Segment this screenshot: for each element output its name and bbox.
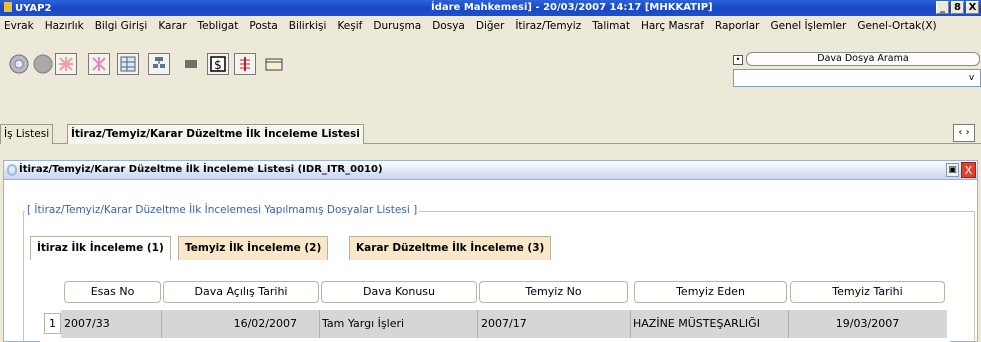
menu-hazirlik[interactable]: Hazırlık: [45, 20, 84, 32]
tab-temyiz-ilk-inceleme[interactable]: Temyiz İlk İnceleme (2): [178, 236, 329, 260]
col-header-temyiz-tarihi[interactable]: Temyiz Tarihi: [790, 281, 945, 303]
menu-harc-masraf[interactable]: Harç Masraf: [641, 20, 704, 32]
menu-dosya[interactable]: Dosya: [432, 20, 465, 32]
col-header-temyiz-no[interactable]: Temyiz No: [479, 281, 628, 303]
menu-karar[interactable]: Karar: [158, 20, 186, 32]
menu-genel-islemler[interactable]: Genel İşlemler: [770, 20, 846, 32]
col-header-esas-no[interactable]: Esas No: [64, 281, 161, 303]
cell-temyiz-eden[interactable]: HAZİNE MÜSTEŞARLIĞI: [633, 315, 785, 333]
cell-dava-acilis-tarihi[interactable]: 16/02/2007: [163, 315, 319, 333]
col-header-temyiz-eden[interactable]: Temyiz Eden: [634, 281, 787, 303]
menu-itiraz-temyiz[interactable]: İtiraz/Temyiz: [515, 20, 581, 32]
menu-diger[interactable]: Diğer: [476, 20, 504, 32]
tab-nav-arrows[interactable]: ‹ ›: [953, 124, 975, 142]
pattern-icon[interactable]: [55, 53, 77, 75]
cell-temyiz-tarihi[interactable]: 19/03/2007: [790, 315, 945, 333]
minimize-button[interactable]: _: [936, 1, 949, 14]
ledger-icon[interactable]: [234, 53, 256, 75]
col-header-dava-acilis-tarihi[interactable]: Dava Açılış Tarihi: [163, 281, 319, 303]
col-header-dava-konusu[interactable]: Dava Konusu: [321, 281, 477, 303]
folder-icon[interactable]: [263, 53, 285, 75]
flag-icon[interactable]: [180, 53, 202, 75]
circle-icon[interactable]: [32, 53, 54, 75]
cell-temyiz-no[interactable]: 2007/17: [481, 315, 626, 333]
menu-kesif[interactable]: Keşif: [337, 20, 362, 32]
grid-icon[interactable]: [117, 53, 139, 75]
menu-bilgi-girisi[interactable]: Bilgi Girişi: [95, 20, 148, 32]
menu-bilirkisi[interactable]: Bilirkişi: [289, 20, 327, 32]
dollar-icon[interactable]: $: [207, 53, 229, 75]
menu-bar: Evrak Hazırlık Bilgi Girişi Karar Teblig…: [0, 17, 981, 35]
close-button[interactable]: X: [966, 1, 979, 14]
menu-talimat[interactable]: Talimat: [592, 20, 630, 32]
tree-icon[interactable]: [148, 53, 170, 75]
inner-close-button[interactable]: X: [961, 162, 976, 178]
inner-window-title: İtiraz/Temyiz/Karar Düzeltme İlk İncelem…: [19, 164, 383, 175]
group-label: [ İtiraz/Temyiz/Karar Düzeltme İlk İncel…: [25, 204, 420, 216]
maximize-button[interactable]: 8: [951, 1, 964, 14]
app-icon: [4, 2, 12, 12]
search-combo[interactable]: v: [733, 69, 981, 87]
title-bar: UYAP2 İdare Mahkemesi] - 20/03/2007 14:1…: [0, 0, 981, 16]
search-toggle[interactable]: •: [733, 55, 743, 65]
menu-evrak[interactable]: Evrak: [4, 20, 34, 32]
window-caption: İdare Mahkemesi] - 20/03/2007 14:17 [MHK…: [431, 2, 713, 13]
pattern-pink-icon[interactable]: [88, 53, 110, 75]
chevron-down-icon[interactable]: v: [965, 71, 978, 85]
svg-text:$: $: [214, 58, 222, 72]
menu-posta[interactable]: Posta: [249, 20, 277, 32]
tab-itiraz-temyiz-listesi[interactable]: İtiraz/Temyiz/Karar Düzeltme İlk İncelem…: [67, 124, 364, 144]
app-title: UYAP2: [4, 2, 51, 14]
case-search-button[interactable]: Dava Dosya Arama: [746, 52, 980, 66]
row-number[interactable]: 1: [44, 313, 61, 334]
menu-tebligat[interactable]: Tebligat: [198, 20, 239, 32]
restore-button[interactable]: ▣: [946, 163, 959, 177]
tab-itiraz-ilk-inceleme[interactable]: İtiraz İlk İnceleme (1): [30, 236, 171, 260]
cell-esas-no[interactable]: 2007/33: [64, 315, 159, 333]
inner-window-title-bar: İtiraz/Temyiz/Karar Düzeltme İlk İncelem…: [4, 161, 977, 180]
window-icon: [7, 164, 17, 176]
tab-is-listesi[interactable]: İş Listesi: [0, 124, 54, 144]
menu-raporlar[interactable]: Raporlar: [715, 20, 760, 32]
cell-dava-konusu[interactable]: Tam Yargı İşleri: [322, 315, 472, 333]
menu-durusma[interactable]: Duruşma: [373, 20, 421, 32]
tab-karar-duzeltme-ilk-inceleme[interactable]: Karar Düzeltme İlk İnceleme (3): [349, 236, 552, 260]
app-name: UYAP2: [15, 3, 52, 14]
menu-genel-ortak[interactable]: Genel-Ortak(X): [857, 20, 936, 32]
disc-icon[interactable]: [8, 53, 30, 75]
